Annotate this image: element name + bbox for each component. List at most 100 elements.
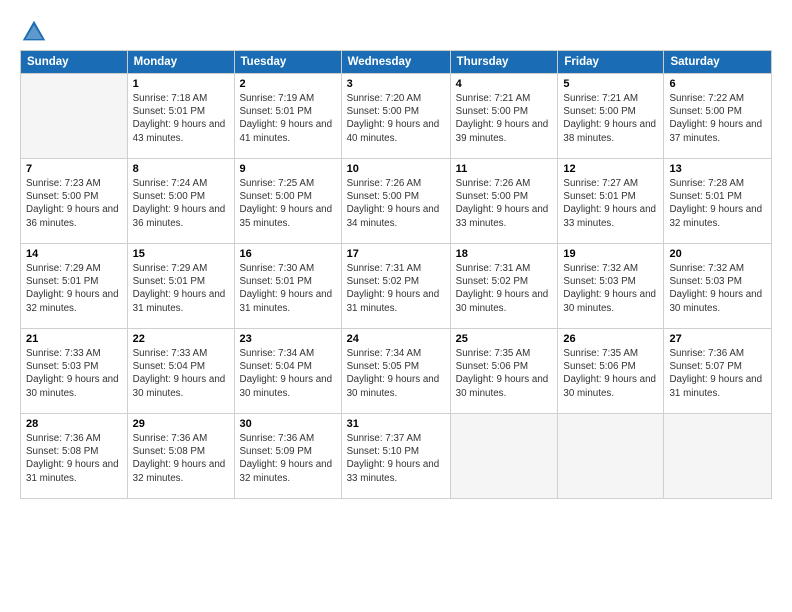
day-info: Sunrise: 7:36 AMSunset: 5:08 PMDaylight:…: [26, 432, 122, 485]
day-info: Sunrise: 7:34 AMSunset: 5:04 PMDaylight:…: [240, 347, 336, 400]
day-info: Sunrise: 7:34 AMSunset: 5:05 PMDaylight:…: [347, 347, 445, 400]
calendar-day: 1 Sunrise: 7:18 AMSunset: 5:01 PMDaylight…: [127, 74, 234, 159]
calendar-day: 17 Sunrise: 7:31 AMSunset: 5:02 PMDayligh…: [341, 244, 450, 329]
day-info: Sunrise: 7:21 AMSunset: 5:00 PMDaylight:…: [456, 92, 553, 145]
calendar-week-3: 21 Sunrise: 7:33 AMSunset: 5:03 PMDayligh…: [21, 329, 772, 414]
calendar-day: 5 Sunrise: 7:21 AMSunset: 5:00 PMDaylight…: [558, 74, 664, 159]
calendar-day: 22 Sunrise: 7:33 AMSunset: 5:04 PMDayligh…: [127, 329, 234, 414]
day-number: 19: [563, 248, 658, 260]
day-info: Sunrise: 7:33 AMSunset: 5:04 PMDaylight:…: [133, 347, 229, 400]
day-number: 13: [669, 163, 766, 175]
calendar-header-friday: Friday: [558, 51, 664, 74]
day-info: Sunrise: 7:31 AMSunset: 5:02 PMDaylight:…: [347, 262, 445, 315]
calendar-day: 16 Sunrise: 7:30 AMSunset: 5:01 PMDayligh…: [234, 244, 341, 329]
day-info: Sunrise: 7:37 AMSunset: 5:10 PMDaylight:…: [347, 432, 445, 485]
day-info: Sunrise: 7:32 AMSunset: 5:03 PMDaylight:…: [669, 262, 766, 315]
day-info: Sunrise: 7:20 AMSunset: 5:00 PMDaylight:…: [347, 92, 445, 145]
calendar-day: 6 Sunrise: 7:22 AMSunset: 5:00 PMDaylight…: [664, 74, 772, 159]
day-number: 1: [133, 78, 229, 90]
day-info: Sunrise: 7:35 AMSunset: 5:06 PMDaylight:…: [456, 347, 553, 400]
day-info: Sunrise: 7:22 AMSunset: 5:00 PMDaylight:…: [669, 92, 766, 145]
day-number: 6: [669, 78, 766, 90]
day-info: Sunrise: 7:28 AMSunset: 5:01 PMDaylight:…: [669, 177, 766, 230]
calendar-day: 19 Sunrise: 7:32 AMSunset: 5:03 PMDayligh…: [558, 244, 664, 329]
day-info: Sunrise: 7:21 AMSunset: 5:00 PMDaylight:…: [563, 92, 658, 145]
day-number: 27: [669, 333, 766, 345]
calendar-day: 23 Sunrise: 7:34 AMSunset: 5:04 PMDayligh…: [234, 329, 341, 414]
calendar-day: 4 Sunrise: 7:21 AMSunset: 5:00 PMDaylight…: [450, 74, 558, 159]
day-info: Sunrise: 7:24 AMSunset: 5:00 PMDaylight:…: [133, 177, 229, 230]
calendar-day: 10 Sunrise: 7:26 AMSunset: 5:00 PMDayligh…: [341, 159, 450, 244]
day-number: 20: [669, 248, 766, 260]
calendar-day: 29Sunrise: 7:36 AMSunset: 5:08 PMDayligh…: [127, 414, 234, 499]
day-number: 30: [240, 418, 336, 430]
calendar-header-saturday: Saturday: [664, 51, 772, 74]
calendar-header-monday: Monday: [127, 51, 234, 74]
calendar-header-thursday: Thursday: [450, 51, 558, 74]
day-number: 26: [563, 333, 658, 345]
calendar-day: 12 Sunrise: 7:27 AMSunset: 5:01 PMDayligh…: [558, 159, 664, 244]
day-info: Sunrise: 7:35 AMSunset: 5:06 PMDaylight:…: [563, 347, 658, 400]
calendar-day: 27 Sunrise: 7:36 AMSunset: 5:07 PMDayligh…: [664, 329, 772, 414]
day-number: 2: [240, 78, 336, 90]
day-number: 10: [347, 163, 445, 175]
day-number: 25: [456, 333, 553, 345]
day-number: 8: [133, 163, 229, 175]
calendar-day: 7Sunrise: 7:23 AMSunset: 5:00 PMDaylight…: [21, 159, 128, 244]
day-number: 21: [26, 333, 122, 345]
calendar-day: 31 Sunrise: 7:37 AMSunset: 5:10 PMDayligh…: [341, 414, 450, 499]
day-info: Sunrise: 7:25 AMSunset: 5:00 PMDaylight:…: [240, 177, 336, 230]
calendar-day: 28Sunrise: 7:36 AMSunset: 5:08 PMDayligh…: [21, 414, 128, 499]
day-info: Sunrise: 7:33 AMSunset: 5:03 PMDaylight:…: [26, 347, 122, 400]
calendar-day: 14 Sunrise: 7:29 AMSunset: 5:01 PMDayligh…: [21, 244, 128, 329]
calendar-day: 26 Sunrise: 7:35 AMSunset: 5:06 PMDayligh…: [558, 329, 664, 414]
calendar-day: [21, 74, 128, 159]
calendar-week-1: 7Sunrise: 7:23 AMSunset: 5:00 PMDaylight…: [21, 159, 772, 244]
calendar-header-sunday: Sunday: [21, 51, 128, 74]
day-number: 12: [563, 163, 658, 175]
calendar-week-2: 14 Sunrise: 7:29 AMSunset: 5:01 PMDayligh…: [21, 244, 772, 329]
day-info: Sunrise: 7:27 AMSunset: 5:01 PMDaylight:…: [563, 177, 658, 230]
day-number: 29: [133, 418, 229, 430]
calendar-day: [450, 414, 558, 499]
calendar-header-row: SundayMondayTuesdayWednesdayThursdayFrid…: [21, 51, 772, 74]
day-number: 23: [240, 333, 336, 345]
day-info: Sunrise: 7:36 AMSunset: 5:09 PMDaylight:…: [240, 432, 336, 485]
day-info: Sunrise: 7:29 AMSunset: 5:01 PMDaylight:…: [133, 262, 229, 315]
calendar-day: 8 Sunrise: 7:24 AMSunset: 5:00 PMDaylight…: [127, 159, 234, 244]
page-container: SundayMondayTuesdayWednesdayThursdayFrid…: [0, 0, 792, 509]
logo: [20, 18, 52, 46]
day-info: Sunrise: 7:18 AMSunset: 5:01 PMDaylight:…: [133, 92, 229, 145]
day-number: 7: [26, 163, 122, 175]
day-info: Sunrise: 7:26 AMSunset: 5:00 PMDaylight:…: [347, 177, 445, 230]
day-number: 4: [456, 78, 553, 90]
day-number: 17: [347, 248, 445, 260]
day-info: Sunrise: 7:32 AMSunset: 5:03 PMDaylight:…: [563, 262, 658, 315]
calendar-day: 15 Sunrise: 7:29 AMSunset: 5:01 PMDayligh…: [127, 244, 234, 329]
day-number: 18: [456, 248, 553, 260]
day-number: 3: [347, 78, 445, 90]
header: [20, 18, 772, 46]
day-info: Sunrise: 7:36 AMSunset: 5:07 PMDaylight:…: [669, 347, 766, 400]
day-number: 11: [456, 163, 553, 175]
calendar-day: [664, 414, 772, 499]
calendar-day: 24 Sunrise: 7:34 AMSunset: 5:05 PMDayligh…: [341, 329, 450, 414]
calendar-week-0: 1 Sunrise: 7:18 AMSunset: 5:01 PMDaylight…: [21, 74, 772, 159]
calendar-day: 21 Sunrise: 7:33 AMSunset: 5:03 PMDayligh…: [21, 329, 128, 414]
day-number: 24: [347, 333, 445, 345]
day-number: 14: [26, 248, 122, 260]
day-number: 5: [563, 78, 658, 90]
calendar-day: 3 Sunrise: 7:20 AMSunset: 5:00 PMDaylight…: [341, 74, 450, 159]
day-number: 31: [347, 418, 445, 430]
calendar-table: SundayMondayTuesdayWednesdayThursdayFrid…: [20, 50, 772, 499]
day-info: Sunrise: 7:31 AMSunset: 5:02 PMDaylight:…: [456, 262, 553, 315]
day-number: 15: [133, 248, 229, 260]
day-number: 16: [240, 248, 336, 260]
day-info: Sunrise: 7:29 AMSunset: 5:01 PMDaylight:…: [26, 262, 122, 315]
calendar-header-tuesday: Tuesday: [234, 51, 341, 74]
day-info: Sunrise: 7:30 AMSunset: 5:01 PMDaylight:…: [240, 262, 336, 315]
calendar-day: 30 Sunrise: 7:36 AMSunset: 5:09 PMDayligh…: [234, 414, 341, 499]
day-number: 22: [133, 333, 229, 345]
calendar-week-4: 28Sunrise: 7:36 AMSunset: 5:08 PMDayligh…: [21, 414, 772, 499]
day-number: 9: [240, 163, 336, 175]
